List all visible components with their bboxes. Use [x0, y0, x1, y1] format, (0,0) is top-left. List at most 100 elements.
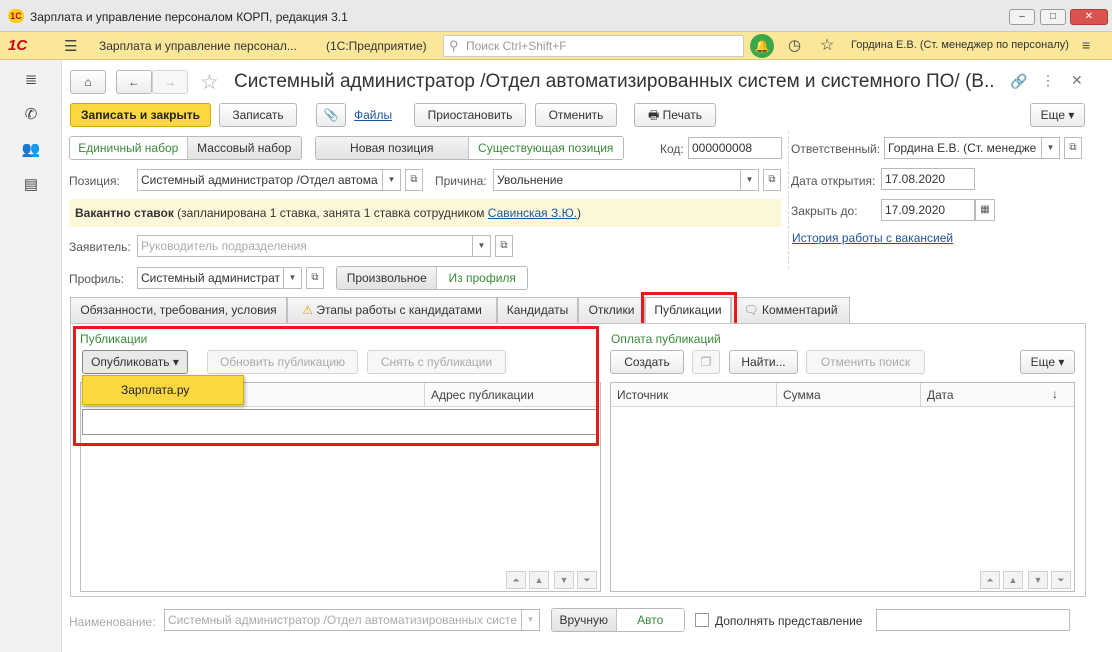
tab-responses[interactable]: Отклики [578, 297, 645, 323]
vacancy-details-end: ) [577, 206, 582, 220]
scroll-up-icon[interactable]: ▲ [529, 571, 549, 589]
applicant-dropdown-icon[interactable]: ▼ [473, 235, 491, 257]
window-titlebar: 1С Зарплата и управление персоналом КОРП… [0, 0, 1112, 32]
reason-field[interactable]: Увольнение [493, 169, 741, 191]
more-actions-button[interactable]: Еще ▾ [1030, 103, 1085, 127]
payments-col-sum: Сумма [777, 383, 921, 407]
link-icon[interactable]: 🔗 [1010, 73, 1027, 90]
position-existing-option[interactable]: Существующая позиция [468, 137, 623, 159]
responsible-open-icon[interactable]: ⧉ [1064, 137, 1082, 159]
scroll-down-icon[interactable]: ▼ [554, 571, 574, 589]
pay-scroll-bottom-icon[interactable]: ⏷ [1051, 571, 1071, 589]
code-label: Код: [660, 142, 684, 156]
forward-button[interactable]: → [152, 70, 188, 94]
profile-dropdown-icon[interactable]: ▼ [284, 267, 302, 289]
brand-logo: 1С [8, 37, 28, 54]
pay-scroll-up-icon[interactable]: ▲ [1003, 571, 1023, 589]
copy-icon[interactable]: ❐ [692, 350, 720, 374]
set-single-option[interactable]: Единичный набор [70, 137, 187, 159]
attach-paperclip-icon[interactable]: 📎 [316, 103, 346, 127]
vacancy-info-text: Вакантно ставок (запланирована 1 ставка,… [75, 206, 581, 220]
scroll-top-icon[interactable]: ⏶ [506, 571, 526, 589]
cancel-vacancy-button[interactable]: Отменить [535, 103, 617, 127]
close-by-field[interactable]: 17.09.2020 [881, 199, 975, 221]
notifications-bell-icon[interactable]: 🔔 [750, 34, 774, 58]
sort-arrow-icon[interactable]: ↓ [1052, 387, 1058, 401]
position-open-icon[interactable]: ⧉ [405, 169, 423, 191]
responsible-label: Ответственный: [791, 142, 881, 156]
current-user[interactable]: Гордина Е.В. (Ст. менеджер по персоналу) [851, 39, 1069, 51]
applicant-label: Заявитель: [69, 240, 131, 254]
applicant-open-icon[interactable]: ⧉ [495, 235, 513, 257]
position-dropdown-icon[interactable]: ▼ [383, 169, 401, 191]
suspend-button[interactable]: Приостановить [414, 103, 526, 127]
calendar-icon[interactable]: ▦ [975, 199, 995, 221]
save-and-close-button[interactable]: Записать и закрыть [70, 103, 211, 127]
set-mass-option[interactable]: Массовый набор [186, 137, 301, 159]
close-window-icon[interactable]: ✕ [1070, 9, 1108, 25]
history-icon[interactable]: ◷ [788, 36, 801, 54]
settings-menu-icon[interactable]: ≡ [1082, 37, 1090, 53]
profile-mode-toggle: Произвольное Из профиля [336, 266, 528, 290]
append-label: Дополнять представление [715, 614, 863, 628]
tab-duties[interactable]: Обязанности, требования, условия [70, 297, 287, 323]
favorite-star-icon[interactable]: ☆ [200, 70, 219, 95]
reason-label: Причина: [435, 174, 487, 188]
name-dropdown-icon[interactable]: ▼ [522, 609, 540, 631]
home-button[interactable]: ⌂ [70, 70, 106, 94]
maximize-icon[interactable]: □ [1040, 9, 1066, 25]
profile-from-option[interactable]: Из профиля [437, 267, 527, 289]
save-button[interactable]: Записать [219, 103, 297, 127]
employee-link[interactable]: Савинская З.Ю. [488, 206, 577, 220]
people-icon[interactable]: 👥 [20, 140, 42, 158]
phone-icon[interactable]: ✆ [20, 105, 42, 123]
scroll-bottom-icon[interactable]: ⏷ [577, 571, 597, 589]
code-field[interactable]: 000000008 [688, 137, 782, 159]
vacancy-history-link[interactable]: История работы с вакансией [792, 231, 953, 245]
payments-more-button[interactable]: Еще ▾ [1020, 350, 1075, 374]
tab-candidates[interactable]: Кандидаты [497, 297, 578, 323]
global-search-input[interactable]: ⚲ Поиск Ctrl+Shift+F [443, 35, 744, 57]
append-checkbox[interactable] [695, 613, 709, 627]
position-new-option[interactable]: Новая позиция [316, 137, 469, 159]
name-manual-option[interactable]: Вручную [552, 609, 617, 631]
app-logo-icon: 1С [8, 9, 24, 23]
name-auto-option[interactable]: Авто [616, 609, 684, 631]
vacancy-info-bar: Вакантно ставок (запланирована 1 ставка,… [69, 199, 781, 227]
profile-field[interactable]: Системный администрат [137, 267, 284, 289]
reason-dropdown-icon[interactable]: ▼ [741, 169, 759, 191]
responsible-dropdown-icon[interactable]: ▼ [1042, 137, 1060, 159]
back-button[interactable]: ← [116, 70, 152, 94]
pay-scroll-top-icon[interactable]: ⏶ [980, 571, 1000, 589]
print-button[interactable]: 🖶 Печать [634, 103, 716, 127]
platform-name: (1С:Предприятие) [326, 39, 427, 53]
minimize-icon[interactable]: – [1009, 9, 1035, 25]
profile-free-option[interactable]: Произвольное [337, 267, 438, 289]
menu-icon[interactable]: ☰ [64, 37, 77, 55]
position-label: Позиция: [69, 174, 120, 188]
find-button[interactable]: Найти... [729, 350, 798, 374]
tab-stages[interactable]: ⚠ Этапы работы с кандидатами [287, 297, 497, 323]
cancel-search-button[interactable]: Отменить поиск [806, 350, 925, 374]
name-field[interactable]: Системный администратор /Отдел автоматиз… [164, 609, 522, 631]
tab-comment[interactable]: 🗨 Комментарий [731, 297, 850, 323]
favorites-star-icon[interactable]: ☆ [820, 35, 834, 55]
close-form-icon[interactable]: ✕ [1071, 72, 1083, 89]
files-link[interactable]: Файлы [354, 108, 392, 122]
create-payment-button[interactable]: Создать [610, 350, 684, 374]
representation-field[interactable] [876, 609, 1070, 631]
responsible-field[interactable]: Гордина Е.В. (Ст. менедже [884, 137, 1042, 159]
profile-open-icon[interactable]: ⧉ [306, 267, 324, 289]
position-field[interactable]: Системный администратор /Отдел автома [137, 169, 383, 191]
main-menu-icon[interactable]: ≣ [20, 70, 42, 88]
pay-scroll-down-icon[interactable]: ▼ [1028, 571, 1048, 589]
id-card-icon[interactable]: ▤ [20, 175, 42, 193]
window-title: Зарплата и управление персоналом КОРП, р… [30, 10, 348, 24]
open-date-field[interactable]: 17.08.2020 [881, 168, 975, 190]
more-vertical-icon[interactable]: ⋮ [1041, 72, 1055, 89]
highlight-publications-area [73, 326, 599, 446]
payments-table: Источник Сумма Дата ↓ ⏶ ▲ ▼ ⏷ [610, 382, 1075, 592]
reason-open-icon[interactable]: ⧉ [763, 169, 781, 191]
form-title: Системный администратор /Отдел автоматиз… [234, 71, 994, 92]
applicant-field[interactable]: Руководитель подразделения [137, 235, 473, 257]
